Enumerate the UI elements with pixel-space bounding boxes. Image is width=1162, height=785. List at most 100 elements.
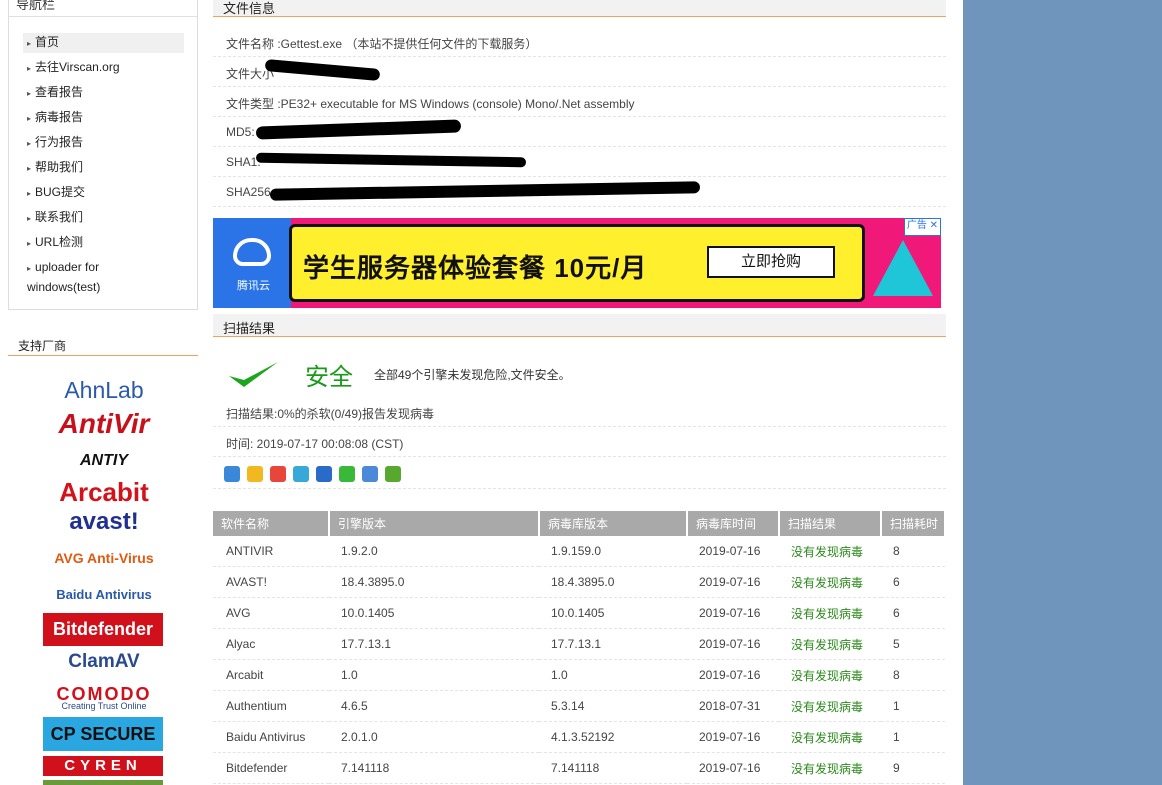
table-cell: 1.9.159.0 bbox=[539, 536, 687, 567]
vendor-logo-bitdefender: Bitdefender bbox=[43, 613, 163, 646]
table-cell: AVAST! bbox=[213, 566, 329, 598]
sidebar-item-contact[interactable]: ▸ 联系我们 bbox=[23, 208, 184, 228]
table-row: AVAST! 18.4.3895.0 18.4.3895.0 2019-07-16 没有… bbox=[213, 566, 945, 598]
sidebar-item-virus-report[interactable]: ▸ 病毒报告 bbox=[23, 108, 184, 128]
vendor-logo-avg: AVG Anti-Virus bbox=[54, 550, 154, 566]
sidebar-item-label: uploader for windows(test) bbox=[27, 260, 101, 294]
scan-time-row: 时间: 2019-07-17 00:08:08 (CST) bbox=[213, 428, 946, 457]
arrow-right-icon: ▸ bbox=[27, 114, 32, 123]
share-plus-icon[interactable] bbox=[224, 466, 240, 482]
table-cell: 没有发现病毒 bbox=[779, 721, 881, 753]
ad-headline: 学生服务器体验套餐 10元/月 bbox=[303, 253, 648, 283]
table-cell: 2019-07-16 bbox=[687, 536, 779, 567]
vendor-logo-baidu-antivirus: Baidu Antivirus bbox=[56, 587, 152, 602]
table-cell: 2019-07-16 bbox=[687, 597, 779, 629]
column-header[interactable]: 软件名称 bbox=[213, 511, 330, 536]
sidebar-item-url-check[interactable]: ▸ URL检测 bbox=[23, 233, 184, 253]
column-header[interactable]: 引擎版本 bbox=[329, 511, 540, 536]
wechat-icon[interactable] bbox=[339, 466, 355, 482]
sidebar-item-label: 联系我们 bbox=[35, 210, 84, 224]
table-cell: 18.4.3895.0 bbox=[329, 566, 539, 598]
column-header[interactable]: 扫描耗时 bbox=[881, 511, 946, 536]
table-cell: Alyac bbox=[213, 628, 329, 660]
sidebar-item-home[interactable]: ▸ 首页 bbox=[23, 33, 184, 53]
table-cell: 没有发现病毒 bbox=[779, 566, 881, 598]
douban-icon[interactable] bbox=[362, 466, 378, 482]
ad-brand: 腾讯云 bbox=[237, 280, 270, 292]
ad-banner[interactable]: 腾讯云 学生服务器体验套餐 10元/月 立即抢购 广告 ✕ bbox=[213, 218, 941, 308]
sidebar-item-behavior-report[interactable]: ▸ 行为报告 bbox=[23, 133, 184, 153]
ad-buy-button[interactable]: 立即抢购 bbox=[707, 246, 835, 278]
table-cell: 5 bbox=[881, 628, 945, 660]
sidebar-item-label: 行为报告 bbox=[35, 135, 84, 149]
table-cell: 1 bbox=[881, 721, 945, 753]
weibo-icon[interactable] bbox=[270, 466, 286, 482]
column-header[interactable]: 病毒库时间 bbox=[687, 511, 780, 536]
table-cell: 17.7.13.1 bbox=[329, 628, 539, 660]
table-cell: 10.0.1405 bbox=[329, 597, 539, 629]
share-icons bbox=[224, 466, 401, 482]
table-row: Authentium 4.6.5 5.3.14 2018-07-31 没有发现病毒 1 bbox=[213, 690, 945, 722]
scan-summary-row: 扫描结果:0%的杀软(0/49)报告发现病毒 bbox=[213, 398, 946, 427]
table-cell: 没有发现病毒 bbox=[779, 690, 881, 722]
column-header[interactable]: 病毒库版本 bbox=[539, 511, 688, 536]
kaixin-icon[interactable] bbox=[385, 466, 401, 482]
table-cell: 2019-07-16 bbox=[687, 628, 779, 660]
sidebar-item-label: URL检测 bbox=[35, 235, 84, 249]
file-info-row-name: 文件名称 :Gettest.exe （本站不提供任何文件的下载服务） bbox=[213, 28, 946, 57]
vendor-logo-cpsecure: CP SECURE bbox=[43, 717, 163, 751]
table-body: ANTIVIR 1.9.2.0 1.9.159.0 2019-07-16 没有发现病毒 8… bbox=[213, 536, 945, 784]
table-cell: 6 bbox=[881, 597, 945, 629]
tqq-icon[interactable] bbox=[293, 466, 309, 482]
table-cell: 18.4.3895.0 bbox=[539, 566, 687, 598]
section-title: 扫描结果 bbox=[223, 321, 276, 336]
table-cell: Baidu Antivirus bbox=[213, 721, 329, 753]
vendor-logo-antiy: ANTIY bbox=[80, 452, 128, 469]
table-cell: 1 bbox=[881, 690, 945, 722]
vendor-logo-partial bbox=[43, 780, 163, 785]
vendor-logo-arcabit: Arcabit bbox=[59, 477, 149, 507]
sidebar-item-label: 帮助我们 bbox=[35, 160, 84, 174]
table-cell: 1.9.2.0 bbox=[329, 536, 539, 567]
table-row: AVG 10.0.1405 10.0.1405 2019-07-16 没有发现病毒 6 bbox=[213, 597, 945, 629]
table-cell: 2019-07-16 bbox=[687, 721, 779, 753]
renren-icon[interactable] bbox=[316, 466, 332, 482]
arrow-right-icon: ▸ bbox=[27, 139, 32, 148]
table-cell: 没有发现病毒 bbox=[779, 752, 881, 784]
ad-tag[interactable]: 广告 ✕ bbox=[903, 218, 941, 236]
table-cell: 7.141118 bbox=[539, 752, 687, 784]
qzone-icon[interactable] bbox=[247, 466, 263, 482]
sidebar-item-uploader[interactable]: ▸ uploader for windows(test) bbox=[23, 258, 131, 296]
table-cell: Authentium bbox=[213, 690, 329, 722]
table-cell: 2018-07-31 bbox=[687, 690, 779, 722]
scan-results-table: 软件名称 引擎版本 病毒库版本 病毒库时间 扫描结果 扫描耗时 ANTIVIR 1… bbox=[213, 511, 946, 784]
file-info-header: 文件信息 bbox=[213, 0, 946, 17]
table-cell: 10.0.1405 bbox=[539, 597, 687, 629]
arrow-right-icon: ▸ bbox=[27, 89, 32, 98]
sidebar-item-bug[interactable]: ▸ BUG提交 bbox=[23, 183, 184, 203]
table-cell: 9 bbox=[881, 752, 945, 784]
ad-brand-panel: 腾讯云 bbox=[213, 218, 291, 308]
sidebar-item-help[interactable]: ▸ 帮助我们 bbox=[23, 158, 184, 178]
column-header[interactable]: 扫描结果 bbox=[779, 511, 882, 536]
table-cell: 2.0.1.0 bbox=[329, 721, 539, 753]
table-cell: 1.0 bbox=[539, 659, 687, 691]
table-cell: 没有发现病毒 bbox=[779, 628, 881, 660]
table-cell: 1.0 bbox=[329, 659, 539, 691]
checkmark-icon bbox=[229, 362, 278, 387]
arrow-right-icon: ▸ bbox=[27, 264, 32, 273]
table-row: Baidu Antivirus 2.0.1.0 4.1.3.52192 2019-07… bbox=[213, 721, 945, 753]
sidebar-item-virscan[interactable]: ▸ 去往Virscan.org bbox=[23, 58, 184, 78]
arrow-right-icon: ▸ bbox=[27, 214, 32, 223]
sidebar-item-view-report[interactable]: ▸ 查看报告 bbox=[23, 83, 184, 103]
sidebar-item-label: 去往Virscan.org bbox=[35, 60, 120, 74]
table-cell: 没有发现病毒 bbox=[779, 659, 881, 691]
table-cell: Arcabit bbox=[213, 659, 329, 691]
vendors-title: 支持厂商 bbox=[18, 339, 67, 353]
table-row: Bitdefender 7.141118 7.141118 2019-07-16 没有发… bbox=[213, 752, 945, 784]
table-cell: 8 bbox=[881, 536, 945, 567]
table-cell: 8 bbox=[881, 659, 945, 691]
close-icon: ✕ bbox=[929, 220, 938, 231]
arrow-right-icon: ▸ bbox=[27, 189, 32, 198]
table-cell: 2019-07-16 bbox=[687, 566, 779, 598]
